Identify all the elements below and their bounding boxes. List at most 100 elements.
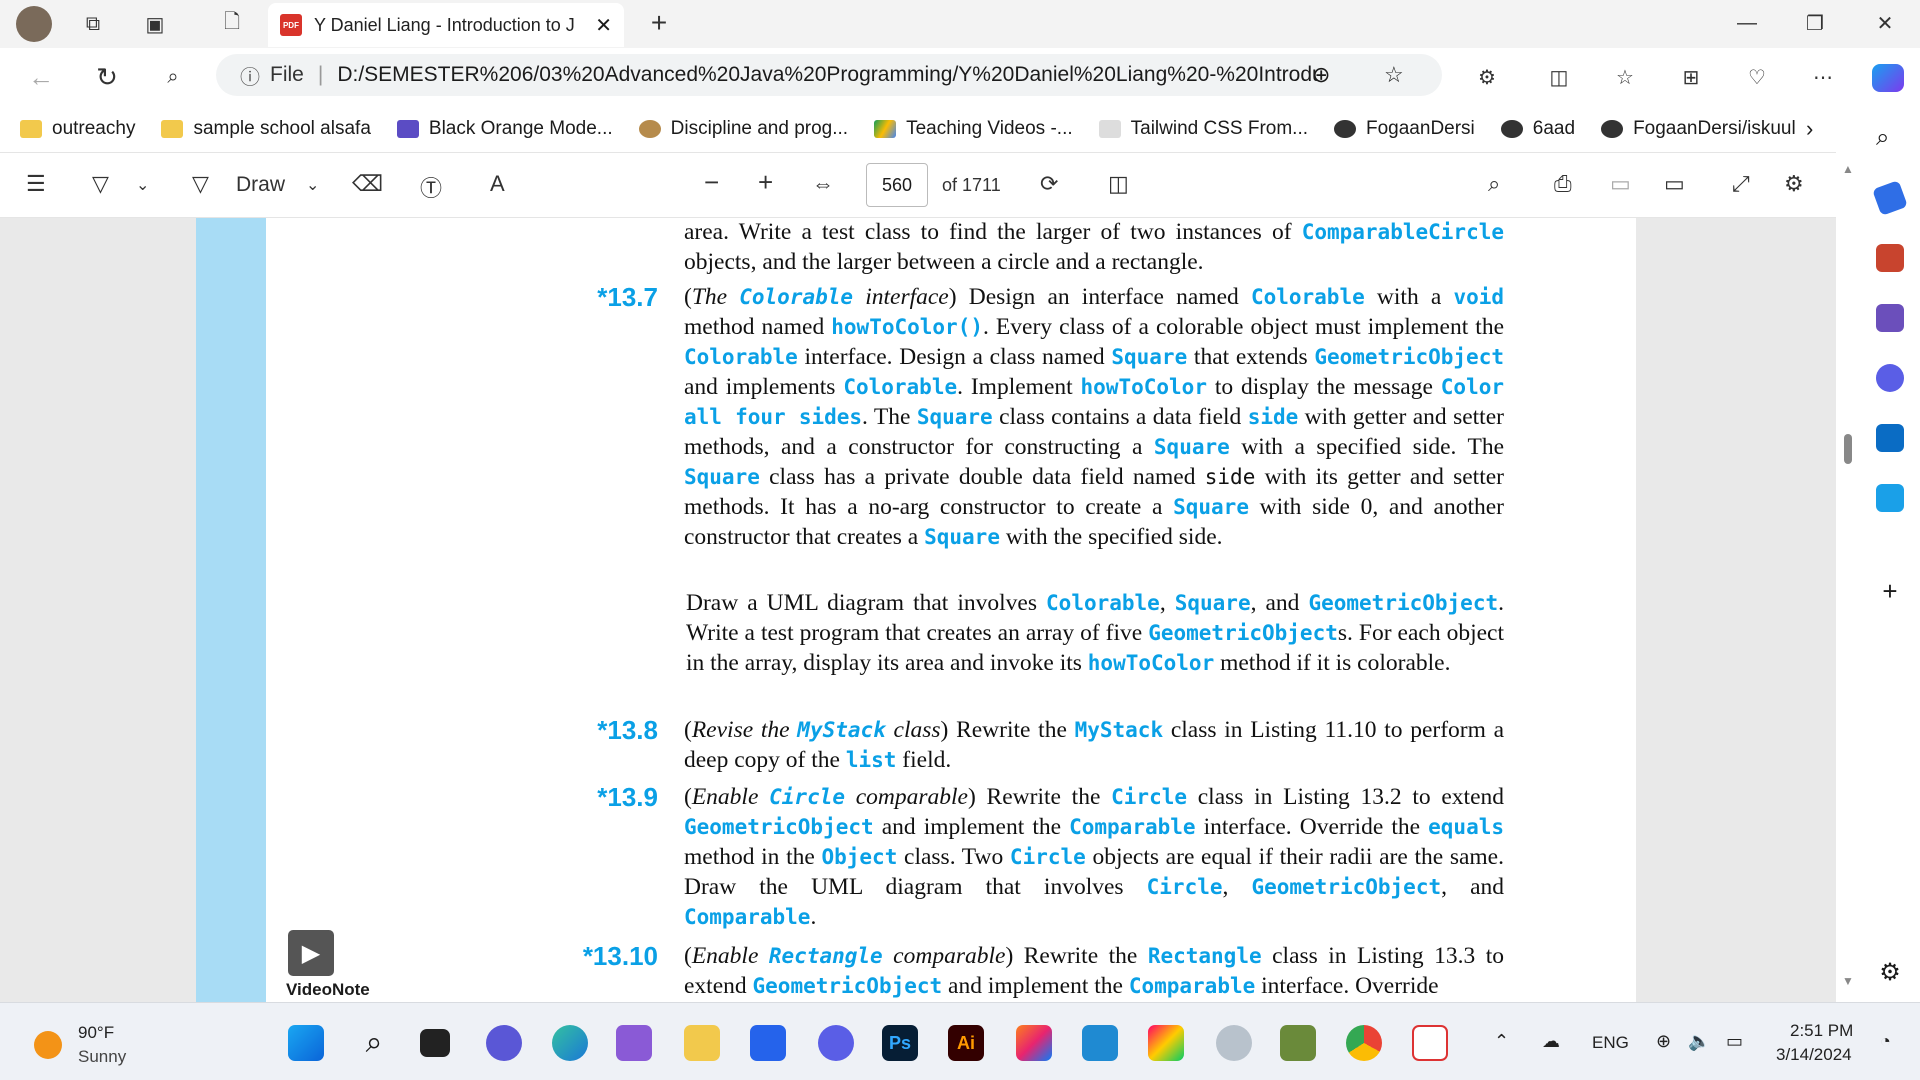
battery-icon[interactable]: ▭ [1726, 1031, 1743, 1052]
search-icon[interactable]: ⌕ [160, 64, 186, 90]
vscode-icon[interactable] [1082, 1025, 1118, 1061]
new-tab-icon[interactable]: + [646, 7, 672, 38]
contents-icon[interactable]: ☰ [26, 171, 46, 197]
search-icon[interactable]: ⌕ [1876, 124, 1904, 152]
bookmark-item[interactable]: Teaching Videos -... [874, 118, 1073, 140]
minimize-icon[interactable]: — [1734, 10, 1760, 36]
start-icon[interactable] [288, 1025, 324, 1061]
language-indicator[interactable]: ENG [1592, 1033, 1629, 1053]
draw-icon[interactable]: ▽ [192, 171, 209, 197]
close-window-icon[interactable]: ✕ [1872, 10, 1898, 36]
app-icon[interactable] [1280, 1025, 1316, 1061]
address-bar[interactable]: ⓘ File | D:/SEMESTER%206/03%20Advanced%2… [216, 54, 1442, 96]
edge-icon[interactable] [552, 1025, 588, 1061]
page-view-icon[interactable]: ◫ [1108, 171, 1129, 197]
read-aloud-icon[interactable]: A [490, 171, 505, 197]
pdf-viewer[interactable]: area. Write a test class to find the lar… [0, 218, 1836, 1002]
zoom-in-icon[interactable]: + [758, 167, 773, 198]
microsoft-365-icon[interactable] [1876, 364, 1904, 392]
intellij-icon[interactable] [1016, 1025, 1052, 1061]
network-icon[interactable]: ⊕ [1656, 1031, 1671, 1052]
favorite-star-icon[interactable]: ☆ [1384, 62, 1404, 88]
eraser-icon[interactable]: ⌫ [352, 171, 383, 197]
clock-date[interactable]: 3/14/2024 [1776, 1045, 1852, 1065]
info-icon[interactable]: ⓘ [240, 61, 260, 90]
workspaces-icon[interactable]: ⧉ [80, 11, 106, 37]
draw-label[interactable]: Draw [236, 173, 285, 197]
bookmark-item[interactable]: 6aad [1500, 118, 1575, 140]
bookmark-item[interactable]: outreachy [20, 118, 135, 140]
browser-essentials-icon[interactable]: ♡ [1744, 64, 1770, 90]
back-icon[interactable]: ← [28, 62, 54, 92]
bookmark-item[interactable]: FogaanDersi [1334, 118, 1475, 140]
photoshop-icon[interactable]: Ps [882, 1025, 918, 1061]
zoom-out-icon[interactable]: − [704, 167, 719, 198]
app-icon[interactable] [1216, 1025, 1252, 1061]
settings-icon[interactable]: ⚙ [1784, 171, 1804, 197]
bookmark-item[interactable]: Discipline and prog... [638, 118, 848, 140]
tools-icon[interactable] [1876, 244, 1904, 272]
notifications-icon[interactable]: ◔ [1880, 1031, 1891, 1052]
refresh-icon[interactable]: ↻ [94, 62, 120, 92]
highlight-icon[interactable]: ▽ [92, 171, 109, 197]
onedrive-icon[interactable]: ☁ [1542, 1031, 1560, 1052]
rotate-icon[interactable]: ⟳ [1040, 171, 1058, 197]
save-icon[interactable]: ▭ [1610, 171, 1631, 197]
tab-actions-icon[interactable]: ▣ [142, 11, 168, 37]
clock-time[interactable]: 2:51 PM [1790, 1021, 1853, 1041]
settings-icon[interactable]: ⚙ [1876, 958, 1904, 986]
restore-icon[interactable]: ❐ [1802, 10, 1828, 36]
snipping-tool-icon[interactable] [1412, 1025, 1448, 1061]
bookmark-item[interactable]: FogaanDersi/iskuul [1601, 118, 1796, 140]
scrollbar[interactable]: ▲ ▼ [1836, 152, 1860, 1002]
collections-icon[interactable]: ⊞ [1678, 64, 1704, 90]
chevron-down-icon[interactable]: ⌄ [306, 175, 319, 195]
zoom-icon[interactable]: ⊕ [1312, 62, 1330, 88]
outlook-icon[interactable] [1876, 424, 1904, 452]
new-page-icon[interactable]: 🗋 [219, 11, 245, 37]
copilot-icon[interactable] [1872, 64, 1904, 92]
save-as-icon[interactable]: ▭ [1664, 171, 1685, 197]
chrome-icon[interactable] [1346, 1025, 1382, 1061]
add-icon[interactable]: + [1876, 576, 1904, 606]
games-icon[interactable] [1876, 304, 1904, 332]
videonote-play-icon[interactable]: ▶ [288, 930, 334, 976]
fit-page-icon[interactable]: ⇔ [812, 171, 834, 197]
address-url[interactable]: D:/SEMESTER%206/03%20Advanced%20Java%20P… [337, 63, 1317, 87]
bookmark-item[interactable]: sample school alsafa [161, 118, 371, 140]
search-icon[interactable]: ⌕ [356, 1025, 392, 1061]
more-menu-icon[interactable]: ⋯ [1810, 64, 1836, 90]
visual-studio-icon[interactable] [616, 1025, 652, 1061]
illustrator-icon[interactable]: Ai [948, 1025, 984, 1061]
page-number-input[interactable]: 560 [866, 163, 928, 207]
scroll-down-icon[interactable]: ▼ [1842, 974, 1854, 988]
fullscreen-icon[interactable]: ⤢ [1732, 171, 1750, 197]
extensions-icon[interactable]: ⚙ [1474, 64, 1500, 90]
favorites-icon[interactable]: ☆ [1612, 64, 1638, 90]
profile-avatar[interactable] [16, 6, 52, 42]
weather-temp[interactable]: 90°F [78, 1023, 114, 1043]
app-icon[interactable] [1148, 1025, 1184, 1061]
store-icon[interactable] [750, 1025, 786, 1061]
chevron-up-icon[interactable]: ⌃ [1494, 1031, 1509, 1052]
meet-icon[interactable] [486, 1025, 522, 1061]
chevron-down-icon[interactable]: ⌄ [136, 175, 149, 195]
shopping-icon[interactable] [1872, 180, 1908, 216]
search-icon[interactable]: ⌕ [1488, 171, 1500, 197]
scroll-up-icon[interactable]: ▲ [1842, 162, 1854, 176]
print-icon[interactable]: ⎙ [1554, 171, 1572, 197]
task-view-icon[interactable] [420, 1029, 450, 1057]
volume-icon[interactable]: 🔈 [1688, 1031, 1710, 1052]
copilot-app-icon[interactable] [818, 1025, 854, 1061]
bookmark-item[interactable]: Tailwind CSS From... [1098, 118, 1308, 140]
bookmark-item[interactable]: Black Orange Mode... [396, 118, 613, 140]
file-explorer-icon[interactable] [684, 1025, 720, 1061]
text-icon[interactable]: Ⓣ [420, 171, 442, 203]
send-icon[interactable] [1876, 484, 1904, 512]
chevron-right-icon[interactable]: › [1806, 116, 1813, 142]
weather-desc[interactable]: Sunny [78, 1047, 126, 1067]
tab-active[interactable]: PDF Y Daniel Liang - Introduction to J ✕ [268, 3, 624, 47]
split-screen-icon[interactable]: ◫ [1546, 64, 1572, 90]
scroll-thumb[interactable] [1844, 434, 1852, 464]
close-tab-icon[interactable]: ✕ [595, 13, 612, 38]
